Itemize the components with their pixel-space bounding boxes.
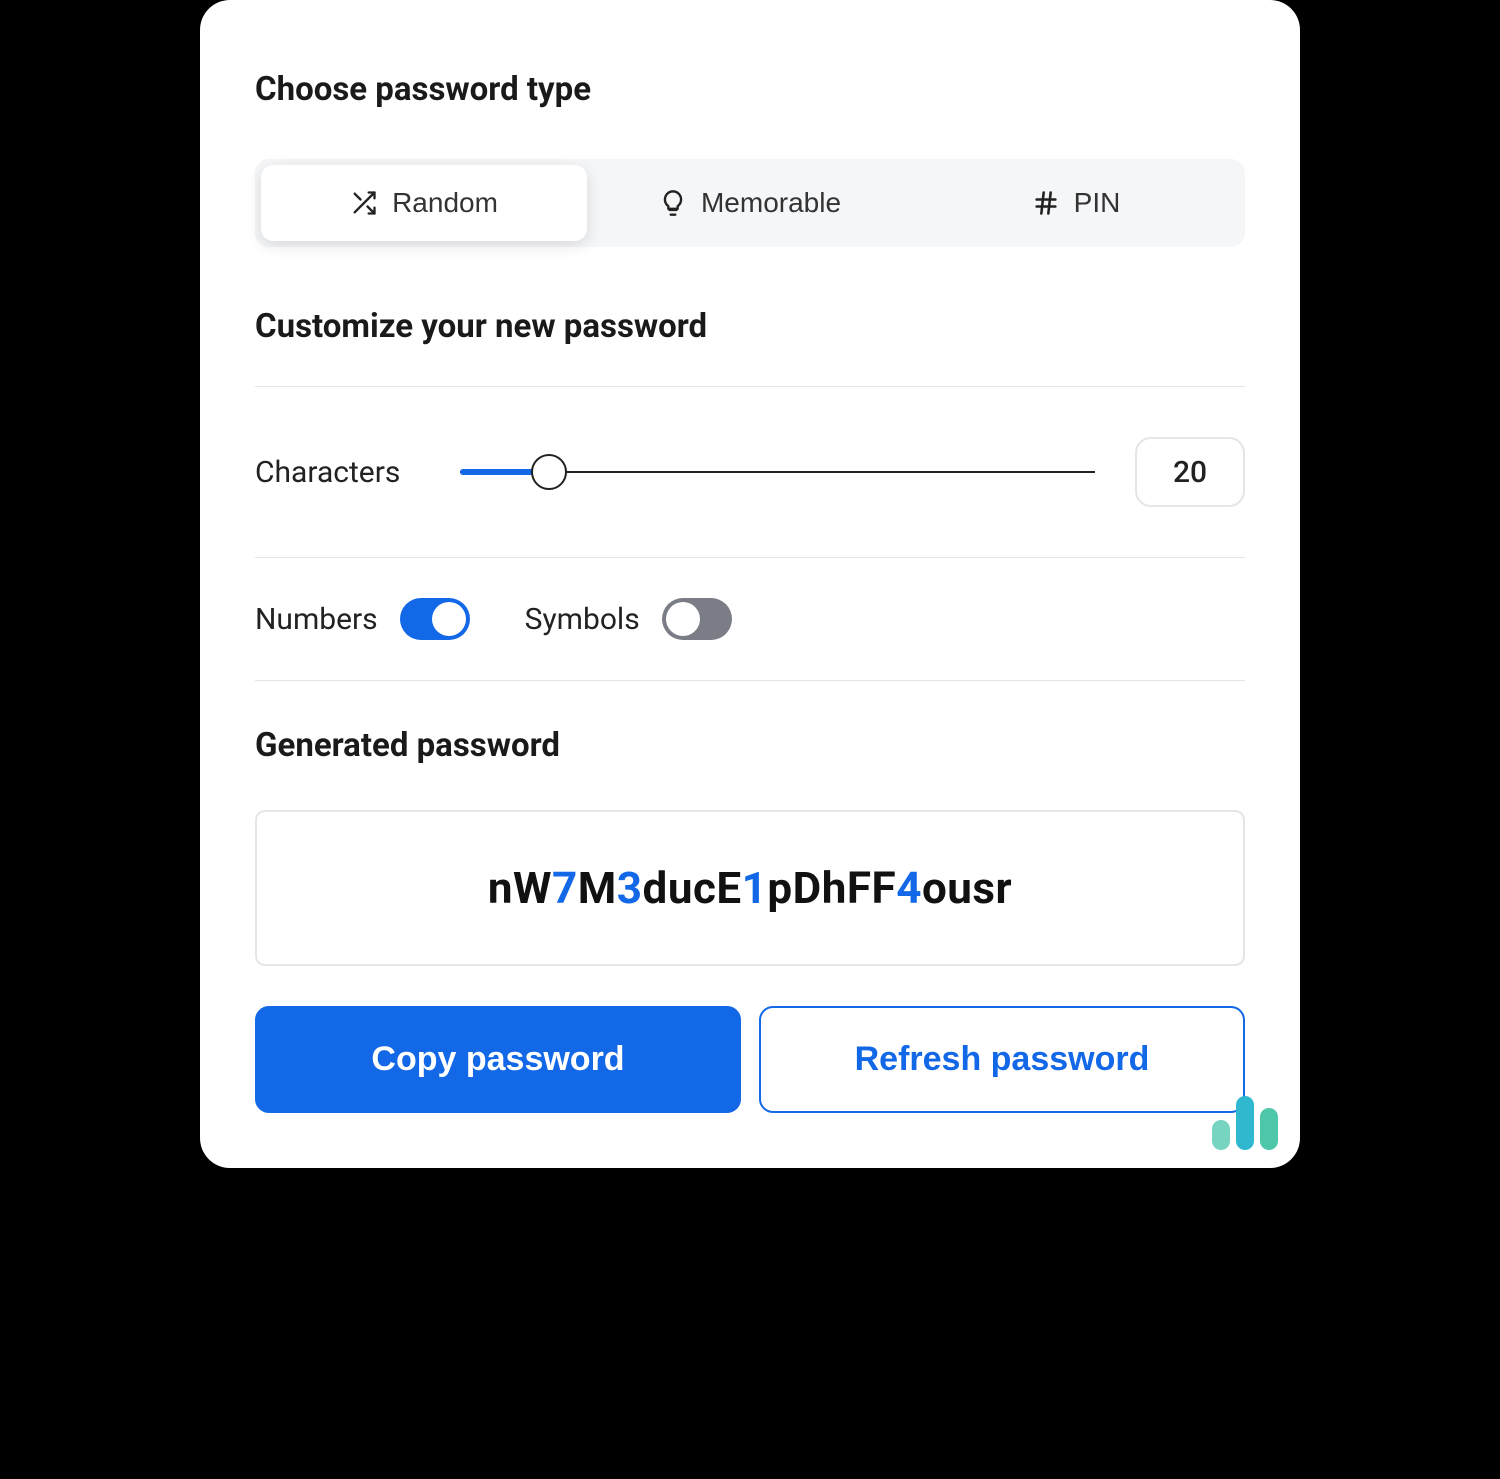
toggle-knob: [432, 602, 466, 636]
tab-memorable-label: Memorable: [701, 187, 841, 219]
tab-random-label: Random: [392, 187, 498, 219]
divider: [255, 680, 1245, 681]
tab-random[interactable]: Random: [261, 165, 587, 241]
password-type-tabs: Random Memorable PIN: [255, 159, 1245, 247]
numbers-toggle[interactable]: [400, 598, 470, 640]
characters-value[interactable]: 20: [1135, 437, 1245, 507]
password-output: nW7M3ducE1pDhFF4ousr: [255, 810, 1245, 966]
customize-heading: Customize your new password: [255, 307, 1245, 346]
toggle-knob: [666, 602, 700, 636]
brand-bar-icon: [1236, 1096, 1254, 1150]
characters-label: Characters: [255, 455, 420, 490]
shuffle-icon: [350, 189, 378, 217]
lightbulb-icon: [659, 189, 687, 217]
refresh-button[interactable]: Refresh password: [759, 1006, 1245, 1113]
slider-thumb[interactable]: [531, 454, 567, 490]
choose-type-heading: Choose password type: [255, 70, 1245, 109]
tab-pin[interactable]: PIN: [913, 165, 1239, 241]
numbers-toggle-group: Numbers: [255, 598, 470, 640]
tab-pin-label: PIN: [1074, 187, 1121, 219]
copy-button[interactable]: Copy password: [255, 1006, 741, 1113]
divider: [255, 386, 1245, 387]
symbols-toggle-group: Symbols: [525, 598, 732, 640]
hash-icon: [1032, 189, 1060, 217]
password-generator-card: Choose password type Random Memorable: [200, 0, 1300, 1168]
characters-row: Characters 20: [255, 437, 1245, 507]
toggles-row: Numbers Symbols: [255, 598, 1245, 640]
password-text: nW7M3ducE1pDhFF4ousr: [277, 862, 1223, 914]
action-buttons: Copy password Refresh password: [255, 1006, 1245, 1113]
numbers-label: Numbers: [255, 602, 378, 637]
characters-slider[interactable]: [460, 462, 1095, 482]
divider: [255, 557, 1245, 558]
tab-memorable[interactable]: Memorable: [587, 165, 913, 241]
brand-bar-icon: [1212, 1120, 1230, 1150]
generated-heading: Generated password: [255, 726, 1245, 765]
symbols-toggle[interactable]: [662, 598, 732, 640]
brand-bar-icon: [1260, 1108, 1278, 1150]
symbols-label: Symbols: [525, 602, 640, 637]
brand-logo: [1212, 1096, 1278, 1150]
